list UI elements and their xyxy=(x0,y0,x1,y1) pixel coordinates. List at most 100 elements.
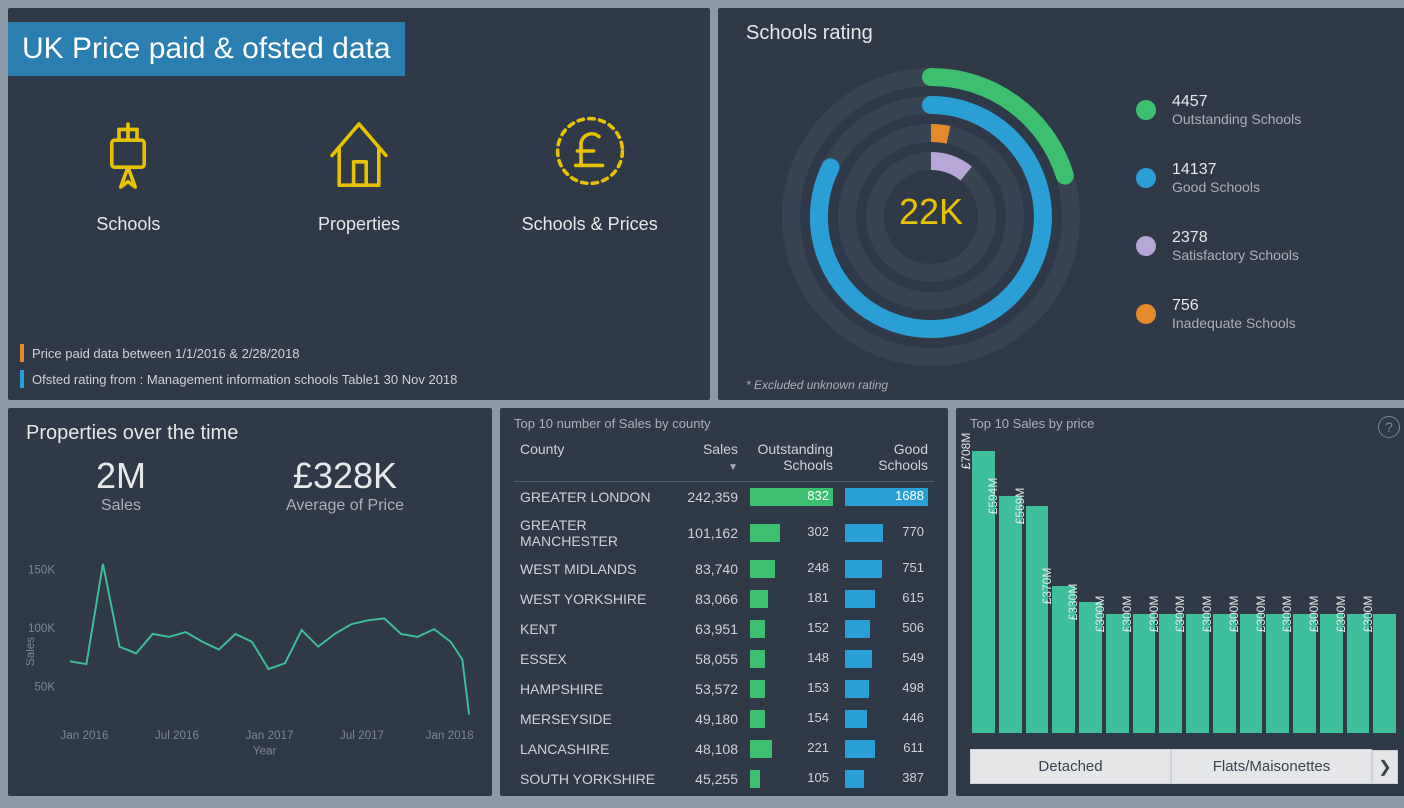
cell-bar: 152 xyxy=(744,614,839,644)
legend-item[interactable]: 756 Inadequate Schools xyxy=(1136,297,1392,331)
legend-dot xyxy=(1136,100,1156,120)
bar-label: £300M xyxy=(1147,595,1161,632)
bar-label: £330M xyxy=(1066,583,1080,620)
svg-text:Jan 2018: Jan 2018 xyxy=(426,729,474,742)
bar-label: £569M xyxy=(1013,488,1027,525)
cell-bar: 221 xyxy=(744,734,839,764)
table-row[interactable]: WEST YORKSHIRE83,066181615 xyxy=(514,584,934,614)
table-row[interactable]: WEST MIDLANDS83,740248751 xyxy=(514,554,934,584)
table-row[interactable]: SOUTH YORKSHIRE45,255105387 xyxy=(514,764,934,794)
slicer-detached[interactable]: Detached xyxy=(970,749,1171,784)
donut-center-value: 22K xyxy=(899,191,963,233)
house-icon xyxy=(314,106,404,196)
rating-title: Schools rating xyxy=(746,22,1392,45)
bar-label: £300M xyxy=(1093,595,1107,632)
bars-card: Top 10 Sales by price ? £708M£594M£569M£… xyxy=(956,408,1404,796)
cell-sales: 242,359 xyxy=(681,482,744,513)
svg-text:100K: 100K xyxy=(28,622,55,635)
table-row[interactable]: HAMPSHIRE53,572153498 xyxy=(514,674,934,704)
cell-bar: 832 xyxy=(744,482,839,513)
legend-value: 2378 xyxy=(1172,229,1299,247)
cell-sales: 58,055 xyxy=(681,644,744,674)
cell-sales: 83,066 xyxy=(681,584,744,614)
bars-chart[interactable]: £708M£594M£569M£370M£330M£300M£300M£300M… xyxy=(970,437,1398,739)
table-row[interactable]: LANCASHIRE48,108221611 xyxy=(514,734,934,764)
col-outstanding[interactable]: Outstanding Schools xyxy=(744,437,839,482)
bar-label: £370M xyxy=(1040,567,1054,604)
nav-schools-prices[interactable]: Schools & Prices xyxy=(489,106,690,235)
cell-county: WEST MIDLANDS xyxy=(514,554,681,584)
bar[interactable]: £569M xyxy=(1026,506,1049,733)
bar-label: £300M xyxy=(1361,595,1375,632)
line-title: Properties over the time xyxy=(26,422,474,445)
cell-bar: 498 xyxy=(839,674,934,704)
cell-bar: 181 xyxy=(744,584,839,614)
donut-chart[interactable]: 22K xyxy=(746,52,1116,372)
bars-title: Top 10 Sales by price xyxy=(970,416,1398,431)
cell-sales: 63,951 xyxy=(681,614,744,644)
cell-bar: 302 xyxy=(744,512,839,554)
bar[interactable]: £594M xyxy=(999,496,1022,733)
col-county[interactable]: County xyxy=(514,437,681,482)
bar-label: £300M xyxy=(1280,595,1294,632)
slicer-next-icon[interactable]: ❯ xyxy=(1372,750,1398,784)
legend-dot xyxy=(1136,168,1156,188)
cell-sales: 49,180 xyxy=(681,704,744,734)
source-text: Ofsted rating from : Management informat… xyxy=(32,372,457,387)
col-sales[interactable]: Sales▼ xyxy=(681,437,744,482)
legend-value: 756 xyxy=(1172,297,1296,315)
table-row[interactable]: KENT63,951152506 xyxy=(514,614,934,644)
kpi-price-value: £328K xyxy=(286,455,404,497)
table-row[interactable]: GREATER LONDON242,3598321688 xyxy=(514,482,934,513)
line-chart[interactable]: Sales 150K 100K 50K Jan 2016 Jul 2016 Ja… xyxy=(26,521,474,782)
cell-county: GREATER LONDON xyxy=(514,482,681,513)
bar-label: £300M xyxy=(1334,595,1348,632)
cell-bar: 148 xyxy=(744,644,839,674)
legend-item[interactable]: 4457 Outstanding Schools xyxy=(1136,93,1392,127)
sales-table[interactable]: County Sales▼ Outstanding Schools Good S… xyxy=(514,437,934,794)
slicer: Detached Flats/Maisonettes ❯ xyxy=(970,749,1398,784)
legend-label: Inadequate Schools xyxy=(1172,315,1296,331)
bar-label: £708M xyxy=(959,433,973,470)
bar-label: £300M xyxy=(1307,595,1321,632)
legend-label: Good Schools xyxy=(1172,179,1260,195)
table-row[interactable]: ESSEX58,055148549 xyxy=(514,644,934,674)
slicer-flats[interactable]: Flats/Maisonettes xyxy=(1171,749,1372,784)
source-text: Price paid data between 1/1/2016 & 2/28/… xyxy=(32,346,299,361)
cell-bar: 770 xyxy=(839,512,934,554)
nav-label: Schools xyxy=(28,214,229,235)
cell-bar: 154 xyxy=(744,704,839,734)
cell-bar: 611 xyxy=(839,734,934,764)
page-title: UK Price paid & ofsted data xyxy=(8,22,405,76)
cell-bar: 615 xyxy=(839,584,934,614)
cell-county: SOUTH YORKSHIRE xyxy=(514,764,681,794)
cell-county: ESSEX xyxy=(514,644,681,674)
legend-label: Outstanding Schools xyxy=(1172,111,1301,127)
cell-county: KENT xyxy=(514,614,681,644)
bar[interactable]: £300M xyxy=(1373,614,1396,733)
table-row[interactable]: MERSEYSIDE49,180154446 xyxy=(514,704,934,734)
bar-label: £300M xyxy=(1120,595,1134,632)
col-good[interactable]: Good Schools xyxy=(839,437,934,482)
pound-icon xyxy=(545,106,635,196)
cell-sales: 45,255 xyxy=(681,764,744,794)
nav-properties[interactable]: Properties xyxy=(259,106,460,235)
legend-item[interactable]: 14137 Good Schools xyxy=(1136,161,1392,195)
table-card: Top 10 number of Sales by county County … xyxy=(500,408,948,796)
help-icon[interactable]: ? xyxy=(1378,416,1400,438)
legend-item[interactable]: 2378 Satisfactory Schools xyxy=(1136,229,1392,263)
nav-label: Properties xyxy=(259,214,460,235)
legend-dot xyxy=(1136,236,1156,256)
source-line: Ofsted rating from : Management informat… xyxy=(20,370,457,388)
nav-schools[interactable]: Schools xyxy=(28,106,229,235)
cell-county: HAMPSHIRE xyxy=(514,674,681,704)
line-card: Properties over the time 2M Sales £328K … xyxy=(8,408,492,796)
sort-desc-icon: ▼ xyxy=(728,462,738,473)
table-row[interactable]: GREATER MANCHESTER101,162302770 xyxy=(514,512,934,554)
cell-sales: 101,162 xyxy=(681,512,744,554)
cell-bar: 549 xyxy=(839,644,934,674)
svg-text:Sales: Sales xyxy=(26,637,37,666)
legend-value: 4457 xyxy=(1172,93,1301,111)
table-title: Top 10 number of Sales by county xyxy=(514,416,934,431)
svg-text:Jan 2017: Jan 2017 xyxy=(245,729,293,742)
